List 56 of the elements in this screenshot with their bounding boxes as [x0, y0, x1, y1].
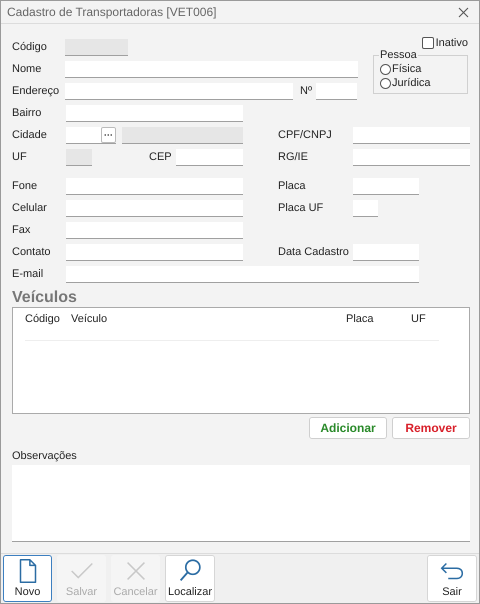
- field-label: Fax: [12, 222, 32, 238]
- lookup-button[interactable]: ···: [101, 126, 116, 142]
- toolbar-button[interactable]: Localizar: [165, 555, 215, 602]
- radio-button[interactable]: [380, 64, 391, 74]
- field-label: Data Cadastro: [278, 244, 350, 260]
- input-field[interactable]: [66, 104, 243, 122]
- field-label: CPF/CNPJ: [278, 128, 333, 143]
- input-field[interactable]: [353, 126, 470, 144]
- radio-label: Jurídica: [392, 76, 431, 91]
- input-field[interactable]: [66, 200, 243, 216]
- column-header[interactable]: Placa: [346, 311, 411, 328]
- field-label: Endereço: [12, 84, 60, 99]
- field-label: Contato: [12, 244, 52, 260]
- window-title: Cadastro de Transportadoras [VET006]: [7, 4, 216, 21]
- notes-field[interactable]: [12, 465, 470, 542]
- field-label: Código: [12, 40, 48, 55]
- input-field[interactable]: [65, 82, 293, 100]
- field-label: Celular: [12, 200, 48, 216]
- input-field[interactable]: ···: [66, 126, 116, 144]
- column-header[interactable]: Código: [25, 311, 71, 328]
- toolbar-button[interactable]: Sair: [427, 555, 477, 602]
- column-header[interactable]: UF: [411, 311, 431, 328]
- field-label: Placa: [278, 178, 307, 194]
- input-field[interactable]: [353, 148, 470, 166]
- field-label: CEP: [149, 150, 173, 165]
- input-field[interactable]: [66, 178, 243, 194]
- field-label: Nome: [12, 62, 42, 77]
- close-icon[interactable]: [458, 6, 469, 18]
- input-field[interactable]: [66, 244, 243, 260]
- field-label: UF: [12, 150, 28, 165]
- input-field[interactable]: [353, 200, 378, 216]
- add-button[interactable]: Adicionar: [309, 417, 387, 439]
- notes-label: Observações: [12, 449, 78, 463]
- column-header[interactable]: Veículo: [71, 311, 346, 328]
- radio-label: Física: [392, 62, 422, 77]
- remove-button[interactable]: Remover: [392, 417, 470, 439]
- checkbox-label: Inativo: [436, 36, 468, 51]
- field-label: Bairro: [12, 106, 42, 121]
- field-label: E-mail: [12, 266, 44, 282]
- input-field[interactable]: [65, 60, 358, 78]
- input-field[interactable]: [353, 244, 419, 260]
- field-label: Cidade: [12, 128, 48, 143]
- radio-button[interactable]: [380, 78, 391, 88]
- section-title: Veículos: [12, 289, 78, 307]
- field-label: Fone: [12, 178, 38, 194]
- field-label: Nº: [300, 84, 313, 99]
- field-label: Placa UF: [278, 200, 324, 216]
- field-label: RG/IE: [278, 150, 309, 165]
- checkbox[interactable]: [422, 37, 434, 49]
- input-field[interactable]: [66, 266, 419, 282]
- group-title: Pessoa: [379, 49, 418, 61]
- input-field[interactable]: [176, 148, 243, 166]
- input-field[interactable]: [316, 82, 357, 100]
- input-field[interactable]: [353, 178, 419, 194]
- toolbar-button[interactable]: Novo: [3, 555, 52, 602]
- input-field[interactable]: [66, 222, 243, 238]
